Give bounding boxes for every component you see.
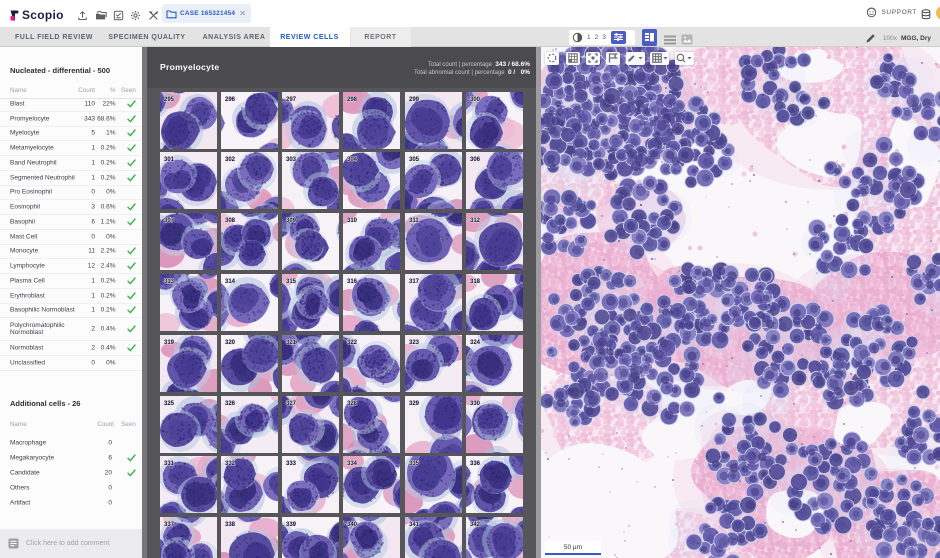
svg-text:310: 310 [347,218,358,224]
svg-text:301: 301 [164,157,175,163]
svg-text:335: 335 [409,461,420,467]
svg-text:330: 330 [470,401,481,407]
svg-text:299: 299 [409,97,420,103]
svg-text:316: 316 [347,279,358,285]
svg-text:341: 341 [409,522,420,528]
svg-text:306: 306 [470,157,481,163]
svg-text:319: 319 [164,340,175,346]
svg-text:325: 325 [164,401,175,407]
svg-text:326: 326 [225,401,236,407]
svg-text:315: 315 [286,279,297,285]
svg-text:327: 327 [286,401,297,407]
svg-text:311: 311 [409,218,419,224]
svg-text:295: 295 [164,97,175,103]
svg-text:304: 304 [347,157,358,163]
svg-text:334: 334 [347,461,358,467]
svg-text:336: 336 [470,461,481,467]
svg-text:332: 332 [225,461,236,467]
svg-text:328: 328 [347,401,358,407]
svg-text:312: 312 [470,218,481,224]
svg-text:308: 308 [225,218,236,224]
svg-text:339: 339 [286,522,297,528]
svg-text:305: 305 [409,157,420,163]
svg-text:313: 313 [164,279,175,285]
svg-text:302: 302 [225,157,236,163]
svg-text:320: 320 [225,340,236,346]
svg-text:338: 338 [225,522,236,528]
svg-text:337: 337 [164,522,175,528]
svg-text:318: 318 [470,279,481,285]
svg-text:300: 300 [470,97,481,103]
svg-text:322: 322 [347,340,358,346]
svg-text:323: 323 [409,340,420,346]
svg-text:303: 303 [286,157,297,163]
svg-text:307: 307 [164,218,175,224]
svg-text:314: 314 [225,279,236,285]
svg-text:342: 342 [470,522,481,528]
svg-text:340: 340 [347,522,358,528]
svg-text:298: 298 [347,97,358,103]
svg-text:297: 297 [286,97,297,103]
svg-text:333: 333 [286,461,297,467]
svg-text:296: 296 [225,97,236,103]
svg-text:331: 331 [164,461,175,467]
svg-text:324: 324 [470,340,481,346]
svg-text:309: 309 [286,218,297,224]
svg-text:329: 329 [409,401,420,407]
svg-text:317: 317 [409,279,420,285]
svg-text:321: 321 [286,340,297,346]
